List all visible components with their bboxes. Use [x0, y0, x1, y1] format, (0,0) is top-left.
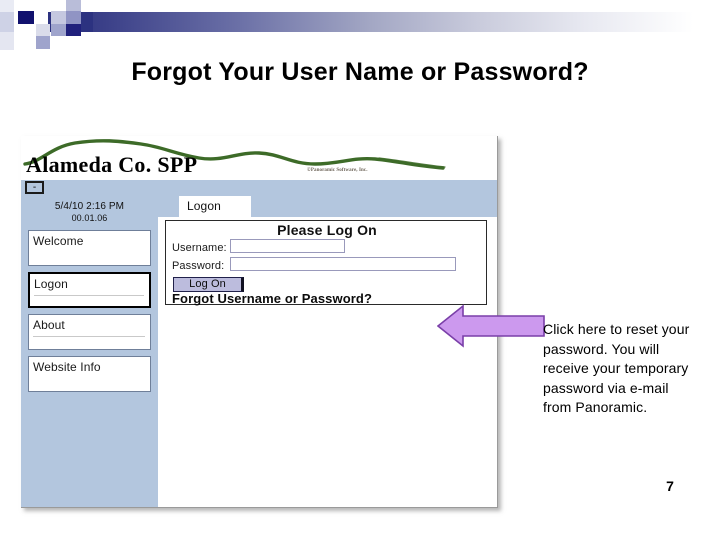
- banner-square-10: [66, 0, 81, 11]
- forgot-username-or-password-link[interactable]: Forgot Username or Password?: [172, 291, 372, 306]
- password-input[interactable]: [230, 257, 456, 271]
- log-on-button[interactable]: Log On: [173, 277, 244, 292]
- sidebar-item-rule: [33, 336, 145, 337]
- slide-banner: [0, 0, 720, 58]
- banner-square-6: [36, 24, 50, 36]
- sidebar-version: 00.01.06: [71, 213, 108, 223]
- app-top-strip: -: [21, 180, 497, 196]
- tab-label: Logon: [187, 199, 221, 213]
- banner-square-9: [51, 24, 66, 36]
- app-copyright: ©Panoramic Software, Inc.: [307, 168, 368, 173]
- sidebar-item-logon[interactable]: Logon: [28, 272, 151, 308]
- app-header: Alameda Co. SPP ©Panoramic Software, Inc…: [21, 136, 497, 180]
- logon-panel: Please Log On Username: Password: Log On…: [165, 220, 487, 306]
- tab-strip: Logon: [158, 196, 497, 217]
- sidebar-item-rule: [34, 295, 144, 296]
- banner-gradient-bar: [48, 12, 720, 32]
- banner-square-7: [36, 36, 50, 49]
- password-label: Password:: [172, 260, 225, 272]
- minimize-button[interactable]: -: [25, 181, 44, 194]
- banner-square-12: [66, 24, 81, 36]
- banner-square-3: [0, 32, 14, 50]
- banner-square-2: [0, 12, 14, 32]
- sidebar-menu: Welcome Logon About Website Info: [21, 230, 158, 392]
- page-number: 7: [666, 478, 674, 494]
- username-label: Username:: [172, 242, 227, 254]
- sidebar-item-label: Logon: [34, 277, 68, 291]
- tab-logon[interactable]: Logon: [179, 196, 251, 217]
- banner-square-4: [18, 11, 34, 24]
- application-screenshot: Alameda Co. SPP ©Panoramic Software, Inc…: [21, 136, 498, 508]
- banner-square-1: [0, 0, 14, 12]
- sidebar-item-label: Website Info: [33, 360, 101, 374]
- sidebar-item-label: Welcome: [33, 234, 84, 248]
- app-sidebar: 5/4/10 2:16 PM 00.01.06 Welcome Logon Ab…: [21, 196, 158, 507]
- sidebar-item-label: About: [33, 318, 65, 332]
- username-input[interactable]: [230, 239, 345, 253]
- app-brand-title: Alameda Co. SPP: [26, 152, 198, 177]
- panel-title: Please Log On: [277, 222, 377, 238]
- banner-square-8: [51, 11, 66, 24]
- callout-text: Click here to reset your password. You w…: [543, 321, 690, 415]
- banner-square-5: [36, 0, 50, 12]
- sidebar-item-website-info[interactable]: Website Info: [28, 356, 151, 392]
- sidebar-datetime: 5/4/10 2:16 PM: [54, 201, 125, 212]
- callout-arrow-icon: [437, 304, 545, 348]
- sidebar-item-welcome[interactable]: Welcome: [28, 230, 151, 266]
- sidebar-item-about[interactable]: About: [28, 314, 151, 350]
- app-main-content: Logon Please Log On Username: Password: …: [158, 196, 497, 507]
- banner-square-11: [66, 11, 81, 24]
- banner-square-13: [81, 12, 93, 32]
- page-title: Forgot Your User Name or Password?: [131, 58, 589, 86]
